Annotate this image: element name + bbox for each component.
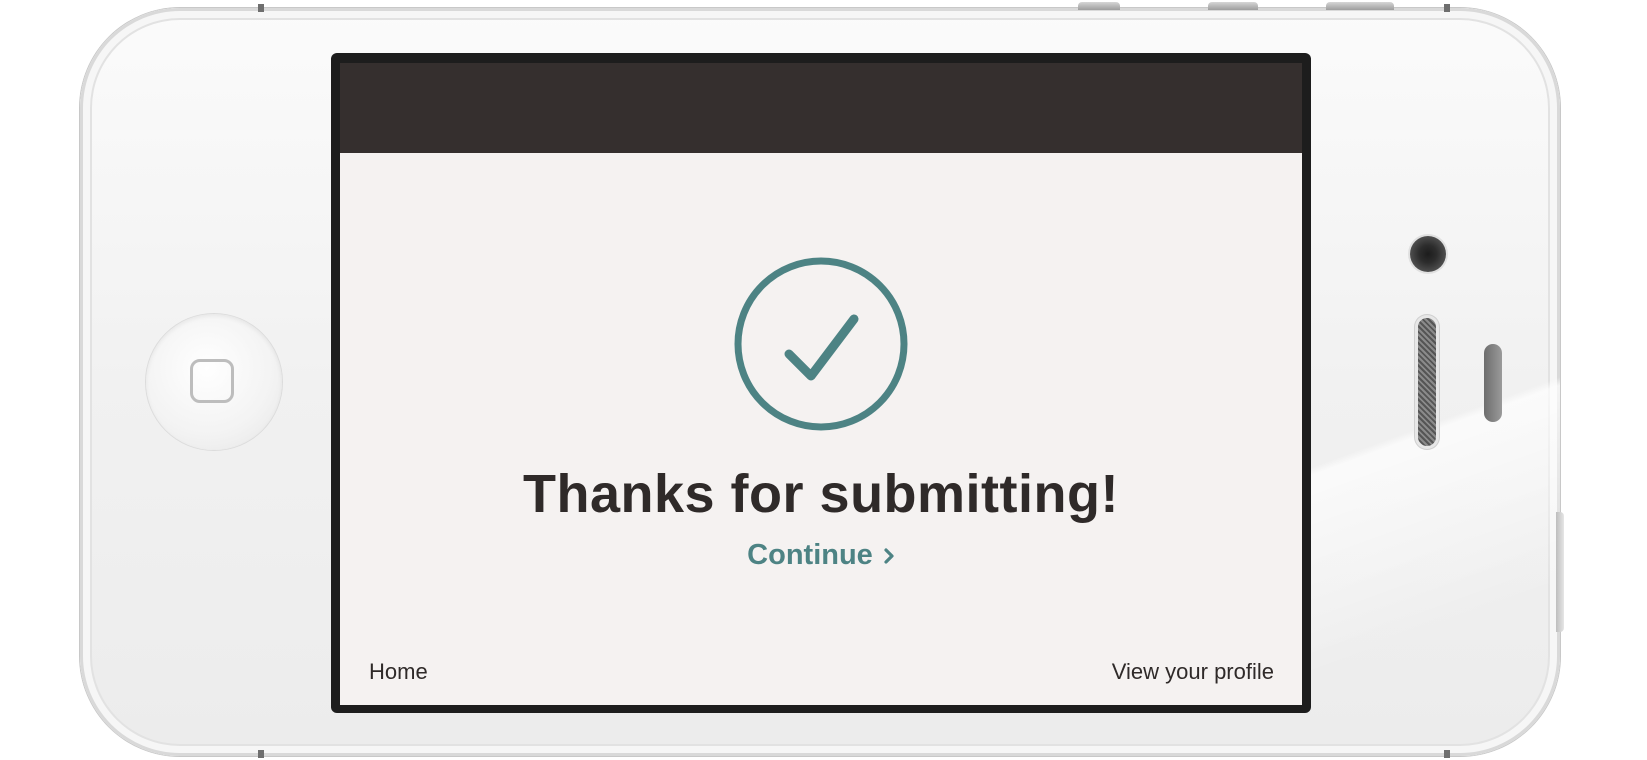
mute-switch	[1326, 2, 1394, 10]
view-profile-link[interactable]: View your profile	[1112, 659, 1274, 685]
antenna-band-mark	[1444, 750, 1450, 758]
home-button-icon	[190, 359, 234, 403]
earpiece-speaker	[1418, 318, 1436, 446]
continue-label: Continue	[747, 539, 873, 571]
antenna-band-mark	[258, 750, 264, 758]
checkmark-circle-icon	[734, 257, 908, 431]
confirmation-title: Thanks for submitting!	[523, 464, 1119, 524]
proximity-sensor	[1484, 344, 1502, 422]
front-camera	[1410, 236, 1446, 272]
home-link[interactable]: Home	[369, 659, 428, 685]
chevron-right-icon	[883, 540, 895, 573]
volume-down-button	[1208, 2, 1258, 10]
sleep-button	[1556, 512, 1564, 632]
app-screen: Thanks for submitting! Continue Home Vie…	[340, 63, 1302, 705]
volume-up-button	[1078, 2, 1120, 10]
antenna-band-mark	[1444, 4, 1450, 12]
home-button[interactable]	[146, 314, 282, 450]
continue-link[interactable]: Continue	[340, 539, 1302, 573]
antenna-band-mark	[258, 4, 264, 12]
header-bar	[340, 63, 1302, 153]
